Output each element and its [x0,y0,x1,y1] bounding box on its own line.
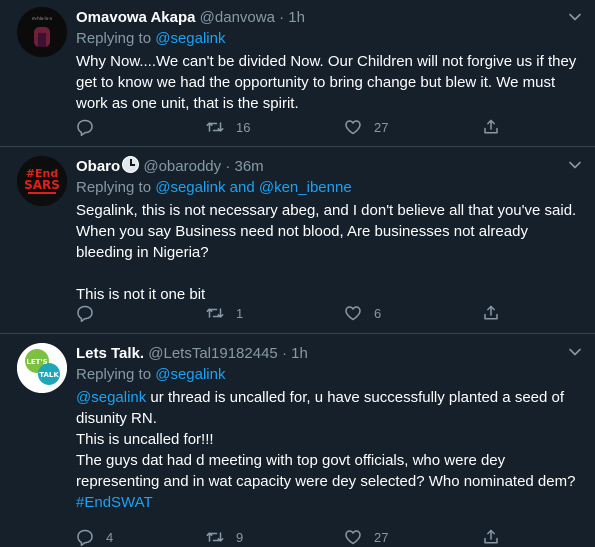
avatar-image: #End SARS [17,156,67,206]
reply-mention[interactable]: @ken_ibenne [259,179,352,196]
retweet-button[interactable]: 1 [206,303,243,323]
retweet-count: 1 [236,305,244,321]
retweet-button[interactable]: 9 [206,527,243,547]
chevron-down-icon[interactable] [567,9,583,25]
retweet-icon [206,308,224,318]
retweet-icon [206,122,224,132]
like-button[interactable]: 27 [344,117,388,137]
avatar-image: m·hlo·ln·n [17,7,67,57]
share-icon [484,119,498,134]
tweet-line: This is not it one bit [76,286,206,303]
avatar-text: LET'S [26,358,47,366]
retweet-button[interactable]: 16 [206,117,250,137]
tweet-line: @segalink ur thread is uncalled for, u h… [76,387,579,429]
tweet-blank-line [76,263,579,284]
chevron-down-icon[interactable] [567,344,583,360]
share-button[interactable] [482,527,500,547]
heart-icon [345,306,361,321]
tweet-text: Segalink, this is not necessary abeg, an… [76,200,579,305]
heart-icon [345,530,361,545]
reply-count: 4 [106,529,114,545]
reply-button[interactable]: 4 [76,527,113,547]
reply-mention[interactable]: @segalink [155,30,225,47]
avatar-text: SARS [24,178,60,192]
share-icon [484,305,498,320]
like-count: 27 [374,529,389,545]
tweet-line: Why Now....We can't be divided Now. Our … [76,53,577,112]
reply-icon [77,119,93,136]
separator: · [225,158,231,175]
like-count: 6 [374,305,382,321]
tweet-header: Lets Talk. @LetsTal19182445 · 1h [76,343,579,365]
replying-prefix: Replying to [76,179,152,196]
timestamp[interactable]: 1h [291,345,308,362]
replying-prefix: Replying to [76,30,152,47]
tweet-header: Obaro @obaroddy · 36m [76,156,579,178]
reply-button[interactable] [76,303,106,323]
replying-to: Replying to @segalink [76,365,579,385]
reply-icon [77,529,93,546]
chevron-down-icon[interactable] [567,157,583,173]
avatar-text: TALK [39,371,59,379]
tweet-text-span: ur thread is uncalled for, u have succes… [76,389,565,427]
handle[interactable]: @LetsTal19182445 [148,345,278,362]
separator: · [279,9,285,26]
tweet-line: Segalink, this is not necessary abeg, an… [76,202,577,261]
handle[interactable]: @obaroddy [143,158,221,175]
hashtag-link[interactable]: #EndSWAT [76,494,153,511]
tweet-line: The guys dat had d meeting with top govt… [76,452,576,490]
retweet-icon [206,532,224,542]
retweet-count: 9 [236,529,244,545]
mention-link[interactable]: @segalink [76,389,146,406]
tweet-line: This is uncalled for!!! [76,431,214,448]
share-icon [484,529,498,544]
clock-emoji-icon [122,156,140,173]
replying-to: Replying to @segalink [76,29,579,49]
retweet-count: 16 [236,119,251,135]
avatar[interactable]: #End SARS [17,156,67,206]
timestamp[interactable]: 1h [288,9,305,26]
tweet[interactable]: LET'S TALK Lets Talk. @LetsTal19182445 ·… [0,334,595,546]
share-button[interactable] [482,117,500,137]
reply-mention[interactable]: @segalink [155,366,225,383]
reply-icon [77,305,93,322]
handle[interactable]: @danvowa [200,9,275,26]
like-button[interactable]: 6 [344,303,381,323]
avatar[interactable]: LET'S TALK [17,343,67,393]
svg-text:m·hlo·ln·n: m·hlo·ln·n [32,16,52,21]
timestamp[interactable]: 36m [234,158,263,175]
separator: · [281,345,287,362]
reply-mention[interactable]: @segalink [155,179,225,196]
tweet-text: @segalink ur thread is uncalled for, u h… [76,387,579,513]
replying-to: Replying to @segalink and @ken_ibenne [76,178,579,198]
reply-and: and [229,179,255,196]
tweet[interactable]: #End SARS Obaro @obaroddy · 36m Replying… [0,147,595,330]
tweet-text: Why Now....We can't be divided Now. Our … [76,51,579,114]
display-name[interactable]: Lets Talk. [76,345,144,362]
share-button[interactable] [482,303,500,323]
display-name[interactable]: Obaro [76,158,120,175]
avatar[interactable]: m·hlo·ln·n [17,7,67,57]
reply-button[interactable] [76,117,106,137]
avatar-image: LET'S TALK [17,343,67,393]
replying-prefix: Replying to [76,366,152,383]
tweet-header: Omavowa Akapa @danvowa · 1h [76,7,579,29]
display-name[interactable]: Omavowa Akapa [76,9,196,26]
heart-icon [345,120,361,135]
tweet-line: #EndSWAT [76,492,579,513]
like-count: 27 [374,119,389,135]
like-button[interactable]: 27 [344,527,388,547]
tweet[interactable]: m·hlo·ln·n Omavowa Akapa @danvowa · 1h R… [0,0,595,146]
